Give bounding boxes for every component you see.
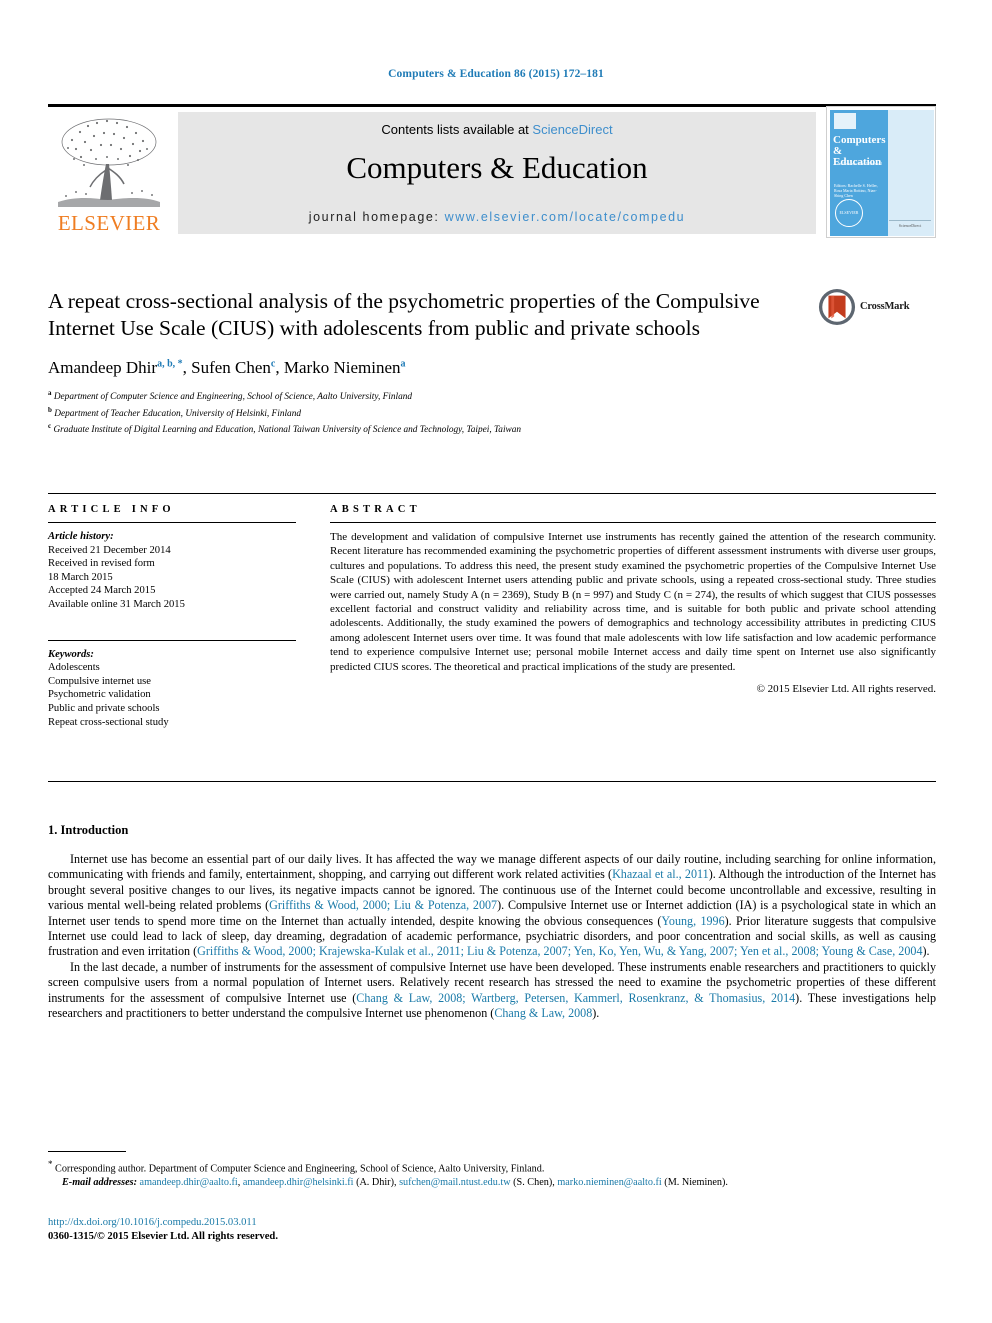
crossmark-label: CrossMark <box>860 301 910 312</box>
author-list: Amandeep Dhira, b, *, Sufen Chenc, Marko… <box>48 358 406 377</box>
affiliation-text: Graduate Institute of Digital Learning a… <box>53 425 522 436</box>
para-text: ). <box>922 944 930 959</box>
journal-masthead: ELSEVIER Contents lists available at Sci… <box>48 104 936 238</box>
email-link[interactable]: amandeep.dhir@helsinki.fi <box>243 1177 354 1188</box>
article-info-rule <box>48 522 296 523</box>
cover-subtitle: An International Journal <box>837 161 882 166</box>
author-name: Sufen Chen <box>191 358 271 377</box>
author-name: Marko Nieminen <box>283 358 401 377</box>
abstract-text: The development and validation of compul… <box>330 531 936 673</box>
abstract-column: ABSTRACT The development and validation … <box>330 504 936 695</box>
citation-link[interactable]: Chang & Law, 2008; Wartberg, Petersen, K… <box>356 991 795 1005</box>
history-line: Received in revised form <box>48 558 155 570</box>
doi-link[interactable]: http://dx.doi.org/10.1016/j.compedu.2015… <box>48 1216 648 1230</box>
abstract-rule <box>330 522 936 523</box>
abstract-heading: ABSTRACT <box>330 504 421 515</box>
masthead-band: Contents lists available at ScienceDirec… <box>178 112 816 234</box>
cover-footer: ScienceDirect <box>889 220 931 228</box>
keyword-item: Compulsive internet use <box>48 675 151 687</box>
article-page: Computers & Education 86 (2015) 172–181 <box>0 0 992 1323</box>
footnote-area: * Corresponding author. Department of Co… <box>48 1158 936 1190</box>
crossmark-icon <box>818 288 856 326</box>
keyword-item: Public and private schools <box>48 702 160 714</box>
citation-link[interactable]: Chang & Law, 2008 <box>494 1006 592 1020</box>
running-head: Computers & Education 86 (2015) 172–181 <box>388 68 604 80</box>
affiliation-text: Department of Teacher Education, Univers… <box>54 408 301 419</box>
keywords-group: Keywords: Adolescents Compulsive interne… <box>48 648 296 730</box>
affiliation-item: b Department of Teacher Education, Unive… <box>48 404 936 421</box>
info-bottom-rule <box>48 781 936 782</box>
history-line: Accepted 24 March 2015 <box>48 585 156 597</box>
corresponding-author-text: Corresponding author. Department of Comp… <box>55 1163 545 1175</box>
history-line: Available online 31 March 2015 <box>48 598 185 610</box>
author-name: Amandeep Dhir <box>48 358 158 377</box>
crossmark-badge[interactable]: CrossMark <box>818 288 924 328</box>
author-marks: c <box>270 358 276 370</box>
journal-title: Computers & Education <box>346 150 648 185</box>
journal-cover-thumbnail: Computers & Education An International J… <box>826 106 936 238</box>
email-link[interactable]: marko.nieminen@aalto.fi <box>557 1177 661 1188</box>
cover-seal: ELSEVIER <box>835 199 863 227</box>
body-content: 1. Introduction Internet use has become … <box>48 823 936 1021</box>
affiliation-item: a Department of Computer Science and Eng… <box>48 387 936 404</box>
journal-homepage-line: journal homepage: www.elsevier.com/locat… <box>178 210 816 224</box>
keyword-item: Adolescents <box>48 662 100 674</box>
article-history-label: Article history: <box>48 531 114 542</box>
affiliation-mark: c <box>48 422 52 430</box>
article-info-column: ARTICLE INFO Article history: Received 2… <box>48 504 296 729</box>
elsevier-tree-icon <box>58 118 160 207</box>
title-block: A repeat cross-sectional analysis of the… <box>48 288 936 437</box>
footer-block: http://dx.doi.org/10.1016/j.compedu.2015… <box>48 1216 648 1244</box>
elsevier-wordmark: ELSEVIER <box>57 211 161 235</box>
affiliation-mark: b <box>48 405 52 414</box>
citation-link[interactable]: Griffiths & Wood, 2000; Krajewska-Kulak … <box>197 944 922 958</box>
masthead-top-rule <box>48 104 936 107</box>
email-owner: (S. Chen), <box>510 1176 558 1188</box>
abstract-copyright: © 2015 Elsevier Ltd. All rights reserved… <box>756 683 936 696</box>
cover-elsevier-icon <box>834 113 856 129</box>
cover-right-panel <box>888 110 934 236</box>
page-title: A repeat cross-sectional analysis of the… <box>48 289 760 340</box>
cover-editors: Editors: Rachelle S. Heller, Rosa Maria … <box>834 183 878 198</box>
article-info-heading: ARTICLE INFO <box>48 504 175 515</box>
homepage-url-link[interactable]: www.elsevier.com/locate/compedu <box>445 210 686 224</box>
asterisk-icon: * <box>48 1159 53 1169</box>
email-note: E-mail addresses: amandeep.dhir@aalto.fi… <box>48 1176 936 1190</box>
contents-prefix: Contents lists available at <box>381 122 533 137</box>
history-line: Received 21 December 2014 <box>48 544 171 556</box>
issn-copyright: 0360-1315/© 2015 Elsevier Ltd. All right… <box>48 1231 278 1242</box>
citation-link[interactable]: Griffiths & Wood, 2000; Liu & Potenza, 2… <box>269 898 497 912</box>
section-heading-introduction: 1. Introduction <box>48 823 129 837</box>
citation-link[interactable]: Khazaal et al., 2011 <box>612 867 709 881</box>
keywords-rule <box>48 639 296 641</box>
homepage-prefix: journal homepage: <box>308 210 445 224</box>
affiliation-text: Department of Computer Science and Engin… <box>53 392 413 403</box>
citation-link[interactable]: Young, 1996 <box>661 914 724 928</box>
intro-paragraph-2: In the last decade, a number of instrume… <box>48 960 936 1022</box>
email-link[interactable]: sufchen@mail.ntust.edu.tw <box>399 1177 511 1188</box>
article-history-group: Article history: Received 21 December 20… <box>48 530 296 612</box>
sciencedirect-link[interactable]: ScienceDirect <box>532 122 612 137</box>
contents-list-line: Contents lists available at ScienceDirec… <box>178 122 816 137</box>
author-marks: a, b, * <box>157 358 183 370</box>
elsevier-logo: ELSEVIER <box>50 112 168 236</box>
info-top-rule <box>48 493 936 494</box>
author-marks: a <box>400 358 406 370</box>
corresponding-author-note: * Corresponding author. Department of Co… <box>48 1158 936 1176</box>
keyword-item: Repeat cross-sectional study <box>48 716 169 728</box>
email-label: E-mail addresses: <box>62 1176 137 1188</box>
email-owner: (A. Dhir), <box>353 1176 400 1188</box>
para-text: ). <box>592 1006 600 1021</box>
keyword-item: Psychometric validation <box>48 689 151 701</box>
history-line: 18 March 2015 <box>48 571 113 583</box>
intro-paragraph-1: Internet use has become an essential par… <box>48 852 936 960</box>
keywords-label: Keywords: <box>48 648 94 660</box>
affiliation-item: c Graduate Institute of Digital Learning… <box>48 420 936 437</box>
footnote-rule <box>48 1151 126 1152</box>
affiliation-list: a Department of Computer Science and Eng… <box>48 387 936 437</box>
affiliation-mark: a <box>48 389 52 397</box>
email-owner: (M. Nieminen). <box>661 1176 728 1188</box>
email-link[interactable]: amandeep.dhir@aalto.fi <box>140 1177 238 1188</box>
